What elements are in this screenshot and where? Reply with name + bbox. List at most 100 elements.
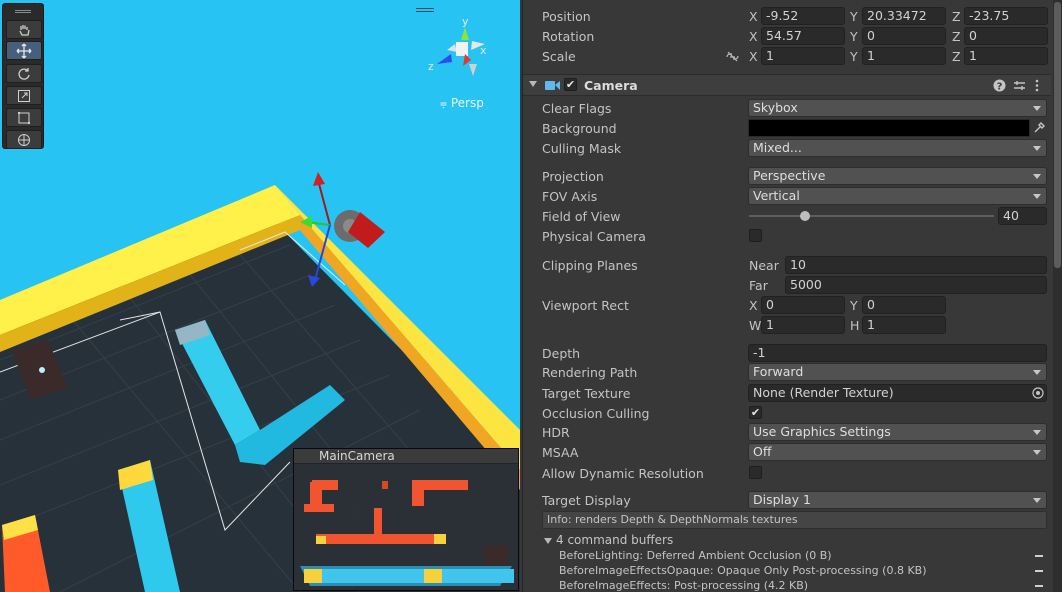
depth-label: Depth [542, 346, 581, 361]
culling-mask-label: Culling Mask [542, 141, 622, 156]
scene-drag-handle[interactable] [416, 8, 434, 12]
physical-camera-row: Physical Camera [523, 227, 1051, 247]
remove-command-buffer-icon[interactable] [1035, 585, 1043, 587]
fov-axis-label: FOV Axis [542, 189, 598, 204]
camera-preview-title: MainCamera [294, 449, 518, 464]
rotate-tool-button[interactable] [6, 64, 42, 83]
rendering-path-dropdown[interactable]: Forward [748, 363, 1047, 381]
scale-z-field[interactable]: 1 [964, 47, 1048, 65]
scale-z-label[interactable]: Z [952, 49, 961, 64]
rotation-x-field[interactable]: 54.57 [761, 27, 845, 45]
viewport-w-field[interactable]: 1 [761, 316, 845, 334]
dropdown-caret-icon [1033, 106, 1041, 111]
camera-component-header[interactable]: ✔ Camera ? [523, 74, 1051, 96]
inspector-scrollbar-thumb[interactable] [1054, 2, 1061, 268]
persp-arrow-icon: ⩦ [440, 96, 448, 110]
field-of-view-slider-knob[interactable] [800, 211, 810, 221]
command-buffer-item: BeforeImageEffectsOpaque: Opaque Only Po… [559, 564, 927, 577]
viewport-x-field[interactable]: 0 [761, 296, 845, 314]
allow-dynamic-resolution-checkbox[interactable] [749, 466, 762, 479]
inspector-scrollbar[interactable] [1053, 0, 1062, 592]
projection-dropdown[interactable]: Perspective [748, 167, 1047, 185]
rotation-y-field[interactable]: 0 [862, 27, 946, 45]
eyedropper-icon[interactable] [1033, 122, 1045, 134]
viewport-y-label[interactable]: Y [850, 298, 858, 313]
background-color-swatch[interactable] [748, 119, 1030, 137]
scale-y-label[interactable]: Y [850, 49, 858, 64]
position-x-field[interactable]: -9.52 [761, 7, 845, 25]
position-z-field[interactable]: -23.75 [964, 7, 1048, 25]
viewport-y-field[interactable]: 0 [862, 296, 946, 314]
remove-command-buffer-icon[interactable] [1035, 555, 1043, 557]
object-picker-icon[interactable] [1032, 387, 1044, 399]
position-y-label[interactable]: Y [850, 9, 858, 24]
background-label: Background [542, 121, 617, 136]
hand-tool-button[interactable] [6, 20, 42, 39]
field-of-view-slider[interactable] [749, 215, 994, 217]
far-label[interactable]: Far [749, 278, 768, 293]
clear-flags-label: Clear Flags [542, 101, 612, 116]
dropdown-caret-icon [1033, 174, 1041, 179]
position-x-label[interactable]: X [749, 9, 758, 24]
tool-palette-grip[interactable] [15, 10, 31, 13]
dropdown-caret-icon [1033, 498, 1041, 503]
camera-enabled-checkbox[interactable]: ✔ [564, 78, 577, 91]
gizmo-y-label: y [462, 15, 469, 28]
constrain-proportions-link-icon[interactable] [726, 51, 739, 62]
scene-view[interactable]: y x z ⩦ Persp MainCamera [0, 0, 520, 592]
msaa-dropdown[interactable]: Off [748, 443, 1047, 461]
rotation-z-field[interactable]: 0 [964, 27, 1048, 45]
physical-camera-checkbox[interactable] [749, 229, 762, 242]
viewport-wh-row: W 1 H 1 [523, 316, 1051, 336]
help-icon[interactable]: ? [993, 79, 1006, 92]
occlusion-culling-checkbox[interactable]: ✔ [749, 406, 762, 419]
viewport-h-field[interactable]: 1 [862, 316, 946, 334]
command-buffer-item: BeforeLighting: Deferred Ambient Occlusi… [559, 549, 832, 562]
remove-command-buffer-icon[interactable] [1035, 570, 1043, 572]
near-field[interactable]: 10 [785, 256, 1047, 274]
scale-x-field[interactable]: 1 [761, 47, 845, 65]
target-display-dropdown[interactable]: Display 1 [748, 491, 1047, 509]
target-texture-field[interactable]: None (Render Texture) [748, 384, 1047, 402]
scale-tool-button[interactable] [6, 86, 42, 105]
physical-camera-label: Physical Camera [542, 229, 646, 244]
rotation-y-label[interactable]: Y [850, 29, 858, 44]
depth-field[interactable]: -1 [748, 344, 1047, 362]
allow-dynamic-resolution-label: Allow Dynamic Resolution [542, 466, 704, 481]
rect-tool-button[interactable] [6, 108, 42, 127]
transform-tool-button[interactable] [6, 130, 42, 149]
rotation-z-label[interactable]: Z [952, 29, 961, 44]
field-of-view-field[interactable]: 40 [998, 207, 1047, 225]
projection-label: Projection [542, 169, 604, 184]
clear-flags-dropdown[interactable]: Skybox [748, 99, 1047, 117]
persp-label[interactable]: ⩦ Persp [440, 96, 484, 111]
far-field[interactable]: 5000 [785, 276, 1047, 294]
move-tool-button[interactable] [6, 41, 42, 60]
viewport-h-label[interactable]: H [850, 318, 859, 333]
near-label[interactable]: Near [749, 258, 779, 273]
culling-mask-dropdown[interactable]: Mixed... [748, 139, 1047, 157]
move-tool-icon [16, 43, 32, 58]
position-z-label[interactable]: Z [952, 9, 961, 24]
viewport-w-label[interactable]: W [749, 318, 761, 333]
gizmo-x-label: x [480, 44, 487, 57]
dropdown-caret-icon [1033, 146, 1041, 151]
rect-tool-icon [18, 111, 30, 124]
rotation-x-label[interactable]: X [749, 29, 758, 44]
dropdown-caret-icon [1033, 194, 1041, 199]
fov-axis-dropdown[interactable]: Vertical [748, 187, 1047, 205]
projection-row: Projection Perspective [523, 167, 1051, 187]
viewport-x-label[interactable]: X [749, 298, 758, 313]
rendering-path-value: Forward [753, 364, 804, 379]
orientation-gizmo[interactable]: y x z [425, 14, 495, 84]
more-options-icon[interactable] [1034, 79, 1040, 92]
collapse-arrow-icon[interactable] [529, 81, 537, 87]
viewport-rect-row: Viewport Rect X 0 Y 0 [523, 296, 1051, 316]
position-y-field[interactable]: 20.33472 [862, 7, 946, 25]
scale-y-field[interactable]: 1 [862, 47, 946, 65]
scale-x-label[interactable]: X [749, 49, 758, 64]
hand-tool-icon [19, 24, 30, 36]
hdr-dropdown[interactable]: Use Graphics Settings [748, 423, 1047, 441]
command-buffers-foldout[interactable]: 4 command buffers [544, 533, 673, 547]
presets-icon[interactable] [1013, 79, 1026, 92]
